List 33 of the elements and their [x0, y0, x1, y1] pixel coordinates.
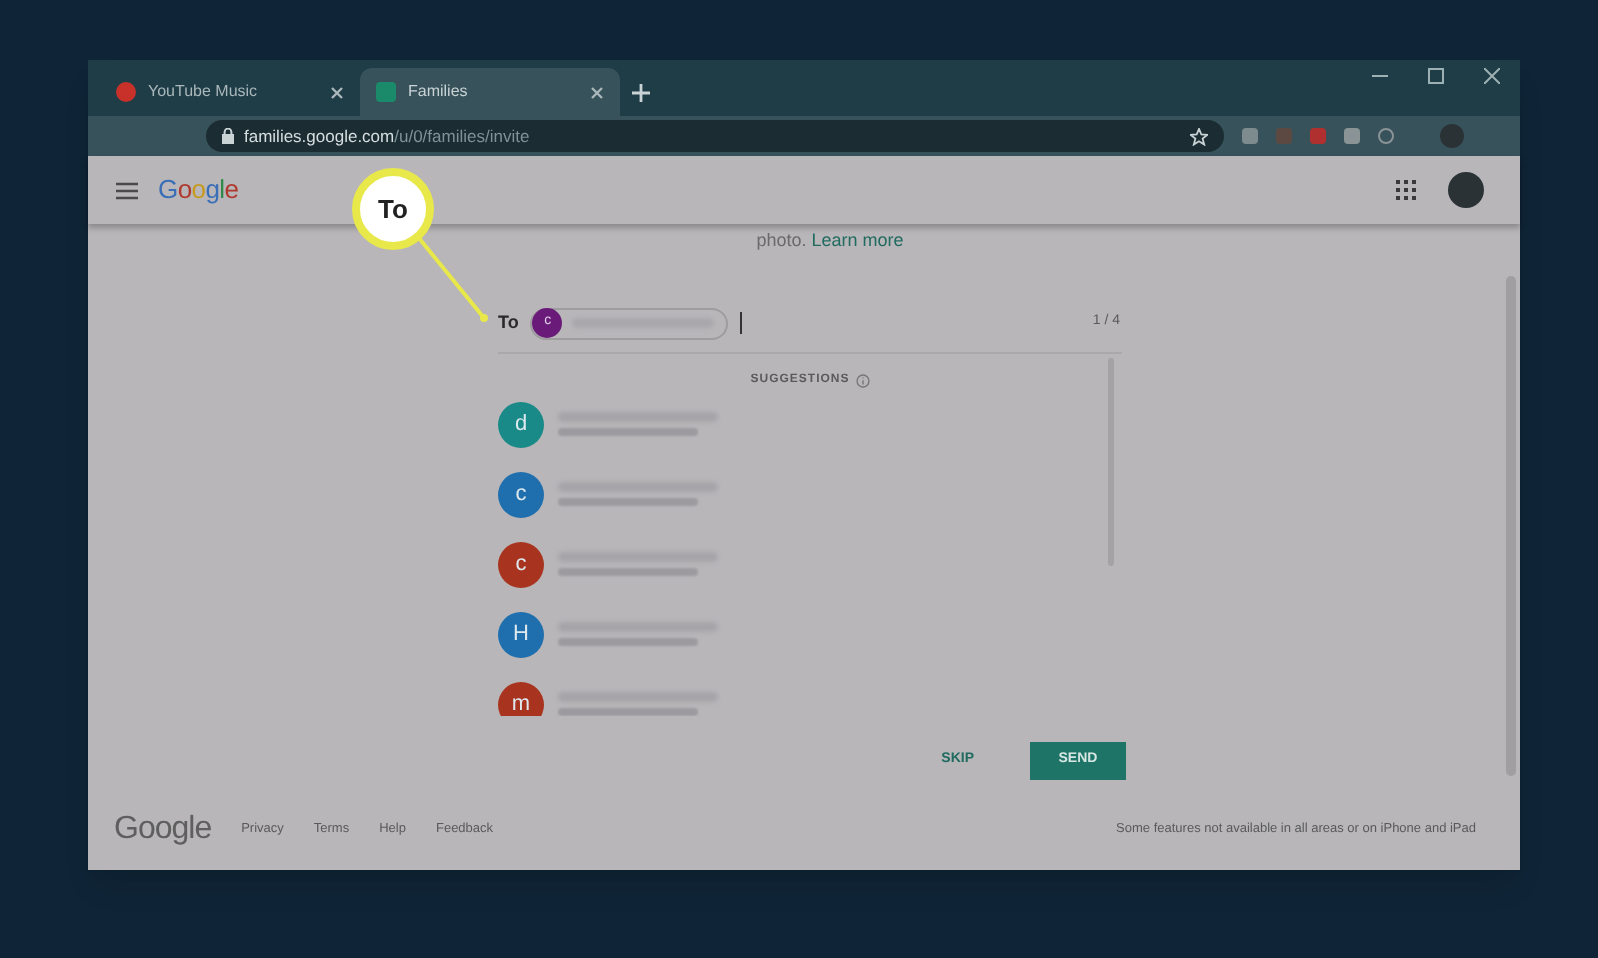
apps-grid-icon[interactable]: [1396, 180, 1416, 200]
avatar-icon[interactable]: [1448, 172, 1484, 208]
url-text: families.google.com/u/0/families/invite: [244, 123, 532, 149]
close-icon[interactable]: [330, 85, 344, 99]
families-icon: [376, 82, 396, 102]
google-logo: Google: [158, 172, 239, 209]
lock-icon: [222, 128, 234, 144]
to-label: To: [498, 309, 519, 336]
suggestion-item[interactable]: c: [498, 471, 1122, 517]
contact-avatar: c: [498, 541, 544, 587]
contact-avatar: c: [498, 471, 544, 517]
maximize-icon[interactable]: [1428, 68, 1444, 84]
intro-text: photo. Learn more: [754, 228, 906, 254]
contact-avatar: d: [498, 401, 544, 447]
new-tab-icon[interactable]: [632, 84, 650, 102]
address-bar[interactable]: families.google.com/u/0/families/invite: [206, 120, 1224, 152]
footer-logo: Google: [114, 809, 212, 849]
contact-avatar: H: [498, 611, 544, 657]
browser-tab[interactable]: YouTube Music: [100, 68, 360, 116]
suggestion-item[interactable]: m: [498, 681, 1122, 715]
browser-tab[interactable]: Families: [360, 68, 620, 116]
suggestion-item[interactable]: c: [498, 541, 1122, 587]
suggestion-item[interactable]: H: [498, 611, 1122, 657]
learn-more-link[interactable]: Learn more: [811, 230, 904, 250]
menu-icon[interactable]: [116, 181, 138, 199]
contact-avatar: m: [498, 681, 544, 715]
text-cursor: [740, 312, 743, 334]
close-icon[interactable]: [1484, 68, 1500, 84]
extension-icon[interactable]: [1378, 128, 1394, 144]
suggestion-item[interactable]: d: [498, 401, 1122, 447]
music-icon: [116, 82, 136, 102]
star-icon[interactable]: [1190, 127, 1208, 145]
close-icon[interactable]: [590, 85, 604, 99]
